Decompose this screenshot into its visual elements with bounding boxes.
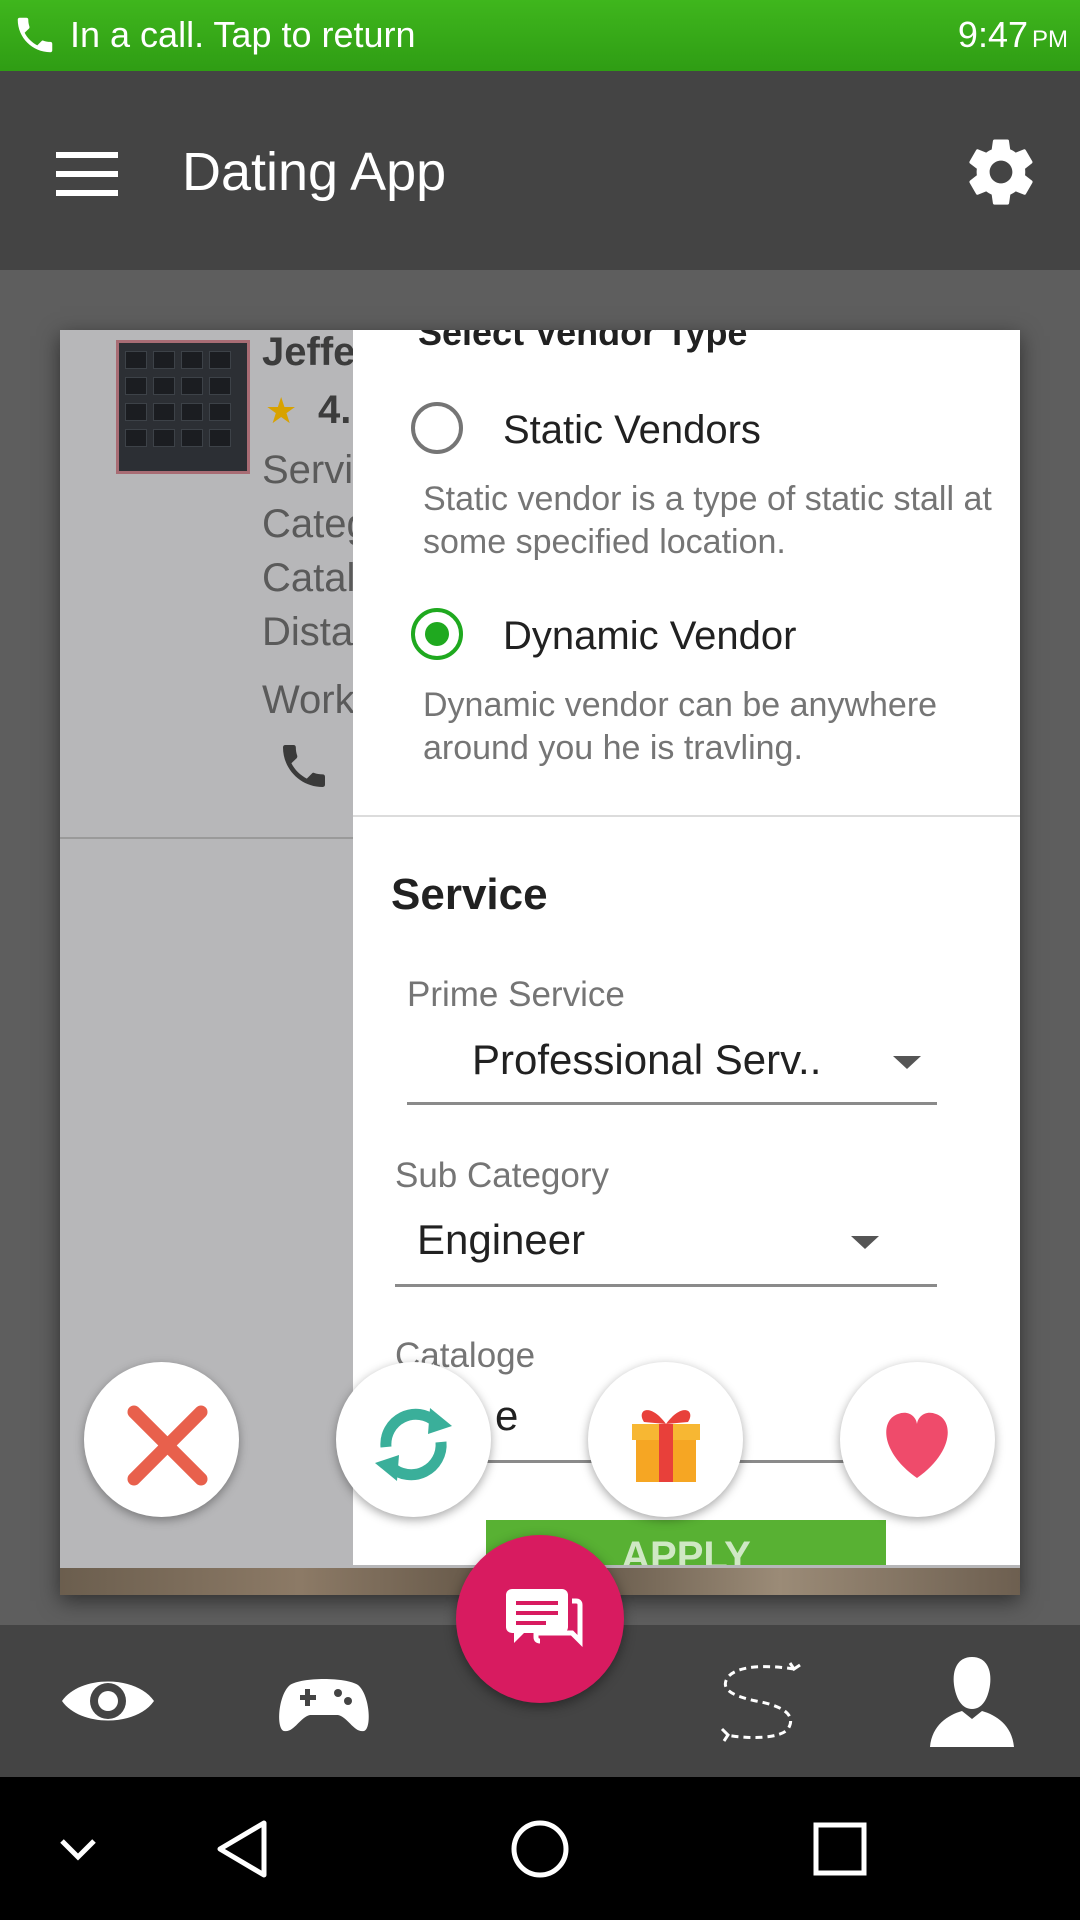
chevron-down-icon (893, 1056, 921, 1069)
clock: 9:47 PM (957, 14, 1068, 55)
tab-watch[interactable] (0, 1625, 216, 1777)
recents-button[interactable] (750, 1777, 930, 1920)
gamepad-icon (279, 1679, 369, 1732)
sub-category-underline (395, 1284, 937, 1287)
heart-icon (886, 1412, 948, 1478)
app-bar: Dating App (0, 71, 1080, 270)
catalogue-value: e (495, 1392, 519, 1439)
eye-icon (62, 1681, 154, 1721)
prime-service-label: Prime Service (407, 975, 625, 1014)
gear-icon[interactable] (962, 133, 1040, 211)
service-label: Servi (262, 448, 354, 492)
tab-profile[interactable] (864, 1625, 1080, 1777)
rewind-button[interactable] (336, 1362, 491, 1517)
gift-icon (632, 1410, 700, 1482)
sub-category-dropdown[interactable]: Engineer (395, 1210, 937, 1290)
work-label: Work (262, 678, 355, 722)
refresh-icon (375, 1408, 452, 1481)
status-bar[interactable]: In a call. Tap to return 9:47 PM (0, 0, 1080, 71)
home-icon (511, 1820, 569, 1878)
distance-label: Dista (262, 610, 354, 654)
static-vendor-radio[interactable] (411, 402, 463, 454)
tab-games[interactable] (216, 1625, 432, 1777)
dynamic-vendor-radio[interactable] (411, 608, 463, 660)
call-status-text[interactable]: In a call. Tap to return (70, 14, 416, 56)
sub-category-value: Engineer (417, 1216, 586, 1263)
prime-service-dropdown[interactable]: Professional Serv.. (407, 1030, 937, 1110)
back-icon (217, 1820, 267, 1878)
prime-service-underline (407, 1102, 937, 1105)
like-button[interactable] (840, 1362, 995, 1517)
home-button[interactable] (450, 1777, 630, 1920)
tab-routes[interactable] (648, 1625, 864, 1777)
collapse-icon (60, 1839, 96, 1861)
vendor-rating: 4. (318, 388, 352, 432)
system-nav-bar (0, 1777, 1080, 1920)
vendor-type-title: Select Vendor Type (418, 330, 748, 353)
phone-icon[interactable] (276, 738, 332, 794)
phone-icon (17, 17, 53, 53)
app-title: Dating App (182, 142, 447, 202)
dynamic-vendor-description: Dynamic vendor can be anywhere around yo… (423, 686, 938, 767)
vendor-thumbnail (116, 340, 250, 474)
profile-icon (930, 1657, 1014, 1747)
gift-button[interactable] (588, 1362, 743, 1517)
static-vendor-description: Static vendor is a type of static stall … (423, 480, 992, 561)
dynamic-vendor-label[interactable]: Dynamic Vendor (503, 614, 796, 659)
chevron-down-icon (851, 1236, 879, 1249)
recents-icon (813, 1822, 867, 1876)
vendor-name: Jeffe (262, 330, 356, 374)
sub-category-label: Sub Category (395, 1156, 610, 1195)
dialog-divider (353, 815, 1020, 817)
static-vendor-label[interactable]: Static Vendors (503, 408, 761, 453)
star-icon: ★ (265, 390, 298, 431)
close-icon (127, 1405, 208, 1486)
service-section-title: Service (391, 870, 548, 919)
catalogue-label: Catal (262, 556, 356, 600)
menu-icon[interactable] (56, 152, 118, 196)
card-divider (60, 837, 360, 839)
dislike-button[interactable] (84, 1362, 239, 1517)
route-icon (720, 1662, 801, 1742)
prime-service-value: Professional Serv.. (472, 1036, 822, 1083)
back-button[interactable] (150, 1777, 330, 1920)
chat-icon (506, 1589, 583, 1648)
chat-button[interactable] (456, 1535, 624, 1703)
